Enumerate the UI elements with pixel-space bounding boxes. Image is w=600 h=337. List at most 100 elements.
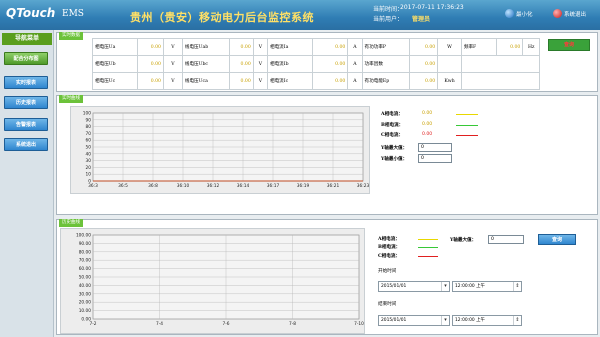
end-date-picker[interactable]: 2015/01/01 ▾ [378, 315, 450, 326]
legend-a-value: 0.00 [422, 111, 433, 116]
y-tick-label: 70 [86, 131, 92, 137]
ymin-label: Y轴最小值： [381, 157, 408, 162]
sidebar-item-history-report[interactable]: 历史报表 [4, 96, 48, 109]
x-tick-label: 7-4 [156, 321, 163, 327]
metric-unit: A [347, 55, 363, 73]
sidebar-item-realtime-report[interactable]: 实时报表 [4, 76, 48, 89]
y-tick-label: 80.00 [79, 249, 92, 255]
stepper-icon[interactable]: ⇕ [513, 282, 521, 291]
brand-logo: QTouch [6, 6, 56, 20]
legend-c-value: 0.00 [422, 132, 433, 137]
nav-title: 导航菜单 [2, 33, 52, 45]
metric-value: 0.00 [311, 38, 349, 56]
end-time-picker[interactable]: 12:00:00 上午 ⇕ [452, 315, 522, 326]
sidebar-item-alarm-report[interactable]: 告警报表 [4, 118, 48, 131]
metric-value: 0.00 [229, 55, 254, 73]
x-tick-label: 36:17 [267, 183, 280, 189]
hist-legend-a-label: A相电流： [378, 237, 400, 242]
metric-value: 0.00 [136, 72, 164, 90]
start-date-picker[interactable]: 2015/01/01 ▾ [378, 281, 450, 292]
ymin-input[interactable]: 0 [418, 154, 452, 163]
y-tick-label: 80 [86, 124, 92, 130]
metric-unit: V [252, 72, 268, 90]
hist-legend-b-label: B相电流： [378, 245, 401, 250]
metric-unit: A [347, 38, 363, 56]
sidebar-item-exit[interactable]: 系统退出 [4, 138, 48, 151]
metric-label: 功率因数 [361, 55, 410, 73]
legend-c-line [456, 135, 478, 136]
realtime-chart: 010203040506070809010036:3 36:5 36:8 36:10 3… [83, 111, 370, 190]
minimize-icon [505, 9, 514, 18]
metrics-table: 相电压Ua 0.00 V 线电压Uab 0.00 V 相电流Ia 0.00 A … [92, 38, 541, 90]
start-time-picker[interactable]: 12:00:00 上午 ⇕ [452, 281, 522, 292]
chevron-down-icon[interactable]: ▾ [441, 316, 449, 325]
chevron-down-icon[interactable]: ▾ [441, 282, 449, 291]
metric-label: 线电压Uab [181, 38, 231, 56]
hist-legend-b-line [418, 247, 438, 248]
y-tick-label: 50.00 [79, 275, 92, 281]
power-icon [553, 9, 562, 18]
legend-c-label: C相电流： [381, 133, 404, 138]
table-row: 相电压Uc 0.00 V 线电压Uca 0.00 V 相电流Ic 0.00 A … [92, 72, 541, 90]
end-time-value: 12:00:00 上午 [455, 318, 485, 323]
minimize-button[interactable]: 最小化 [505, 9, 533, 18]
history-query-button[interactable]: 查询 [538, 234, 576, 245]
x-tick-label: 36:8 [148, 183, 158, 189]
stepper-icon[interactable]: ⇕ [513, 316, 521, 325]
metric-value: 0.00 [311, 55, 349, 73]
metric-label: 相电压Ua [92, 38, 138, 56]
y-tick-label: 100 [83, 111, 91, 117]
metric-value: 0.00 [136, 55, 164, 73]
metric-label: 频率F [460, 38, 498, 56]
x-tick-label: 7-8 [289, 321, 296, 327]
x-tick-label: 36:10 [177, 183, 190, 189]
panel-tag-history-curve: 历史曲线 [59, 219, 83, 227]
metric-unit: V [162, 55, 183, 73]
metric-label: 有功电能Ep [361, 72, 410, 90]
x-tick-label: 36:3 [88, 183, 98, 189]
x-tick-label: 36:5 [118, 183, 128, 189]
hist-legend-a-line [418, 239, 438, 240]
y-tick-label: 30.00 [79, 291, 92, 297]
start-time-value: 12:00:00 上午 [455, 284, 485, 289]
y-tick-label: 40 [86, 151, 92, 157]
hist-ymax-input[interactable]: 0 [488, 235, 524, 244]
product-name: EMS [62, 9, 84, 19]
metric-value: 0.00 [408, 38, 439, 56]
metric-label: 相电压Ub [92, 55, 138, 73]
panel-tag-realtime-data: 实时数据 [59, 32, 83, 40]
legend-a-line [456, 114, 478, 115]
x-tick-label: 7-2 [89, 321, 96, 327]
exit-button[interactable]: 系统退出 [553, 9, 586, 18]
y-tick-label: 70.00 [79, 258, 92, 264]
metric-unit: Hz [522, 38, 540, 56]
metric-unit: Kwh [437, 72, 462, 90]
metric-unit: A [347, 72, 363, 90]
x-tick-label: 36:23 [357, 183, 370, 189]
x-tick-label: 36:14 [237, 183, 250, 189]
metric-unit: V [252, 38, 268, 56]
legend-b-value: 0.00 [422, 122, 433, 127]
top-query-button[interactable]: 查询 [548, 39, 590, 51]
panel-tag-realtime-curve: 实时曲线 [59, 95, 83, 103]
hist-ymax-label: Y轴最大值： [450, 238, 477, 243]
ymax-input[interactable]: 0 [418, 143, 452, 152]
hist-legend-c-label: C相电流： [378, 254, 401, 259]
metric-unit: W [437, 38, 462, 56]
y-tick-label: 90.00 [79, 241, 92, 247]
metric-label: 相电压Uc [92, 72, 138, 90]
end-time-label: 结束时间 [378, 302, 397, 307]
y-tick-label: 20 [86, 165, 92, 171]
metric-unit: V [162, 38, 183, 56]
current-time: 2017-07-11 17:36:23 [400, 4, 464, 11]
y-tick-label: 50 [86, 145, 92, 151]
end-date-value: 2015/01/01 [381, 318, 407, 323]
sidebar-item-distribution[interactable]: 配合分布图 [4, 52, 48, 65]
y-tick-label: 10.00 [79, 308, 92, 314]
x-tick-label: 36:19 [297, 183, 310, 189]
app-window: QTouch EMS 贵州（贵安）移动电力后台监控系统 当前时间： 2017-0… [0, 0, 600, 337]
metric-value: 0.00 [408, 72, 439, 90]
x-tick-label: 36:12 [207, 183, 220, 189]
metric-value: 0.00 [229, 72, 254, 90]
metric-value: 0.00 [136, 38, 164, 56]
